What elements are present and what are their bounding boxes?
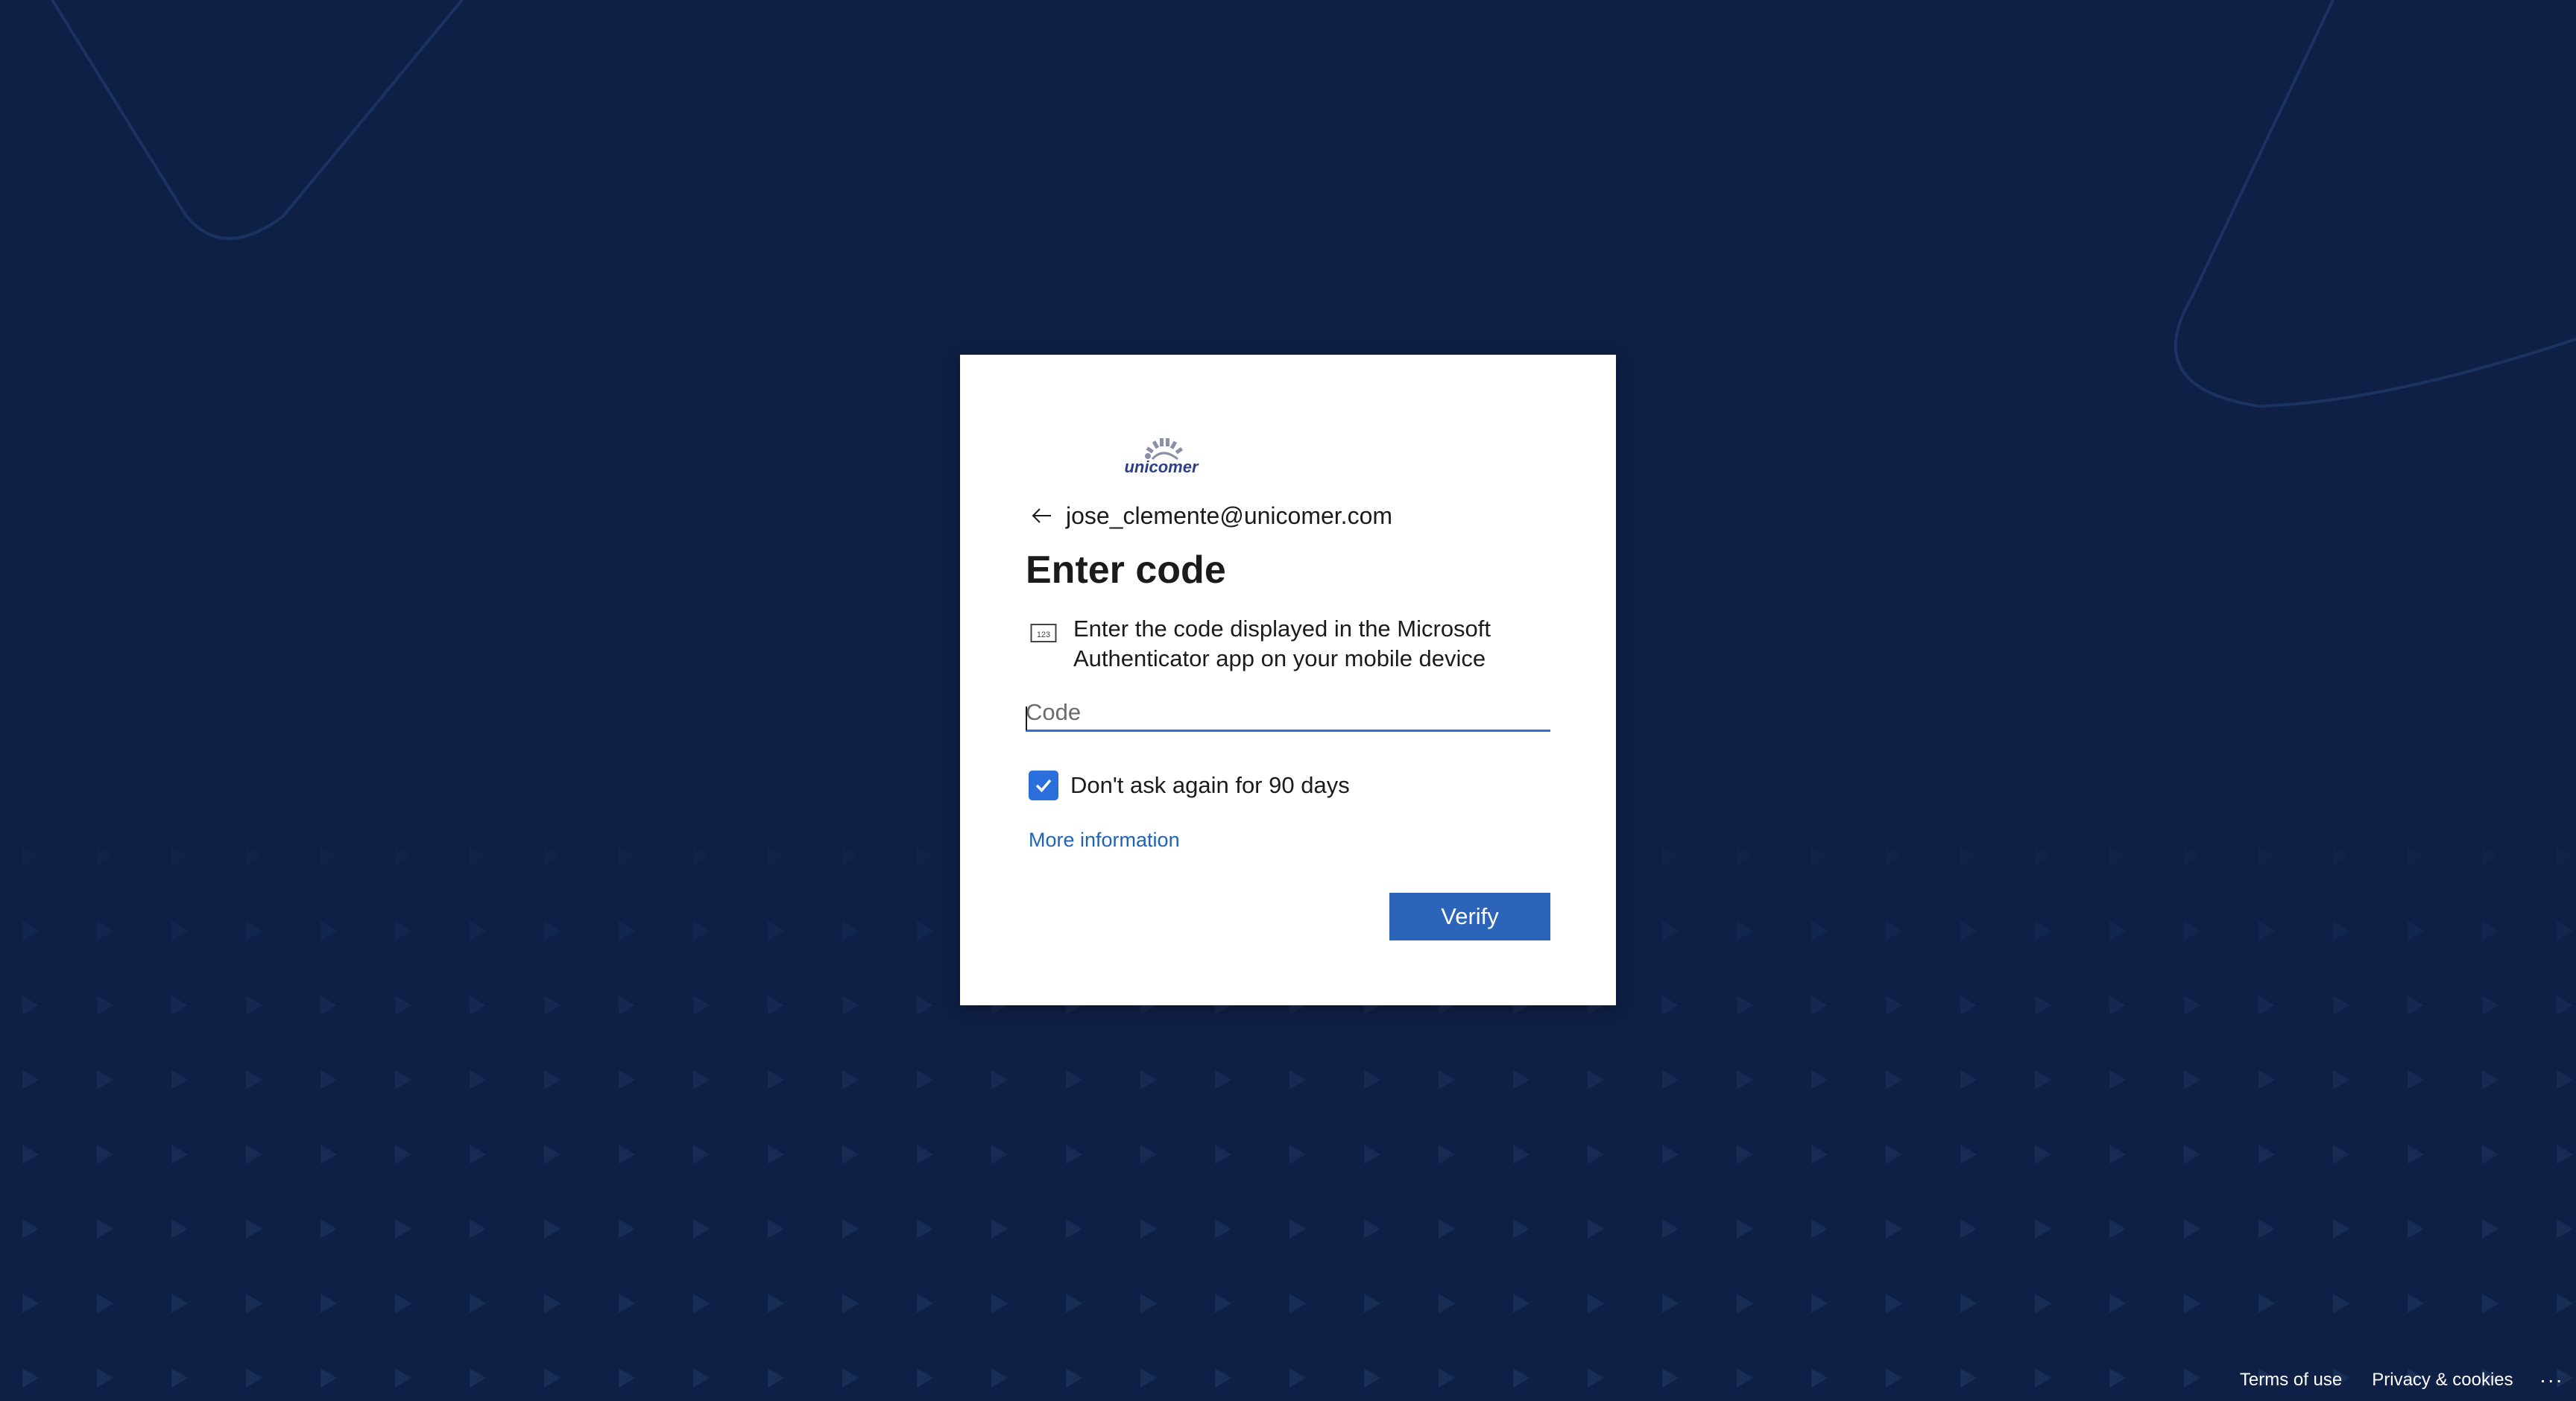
instruction-text: Enter the code displayed in the Microsof… [1073, 616, 1491, 671]
more-options-button[interactable]: ... [2540, 1364, 2564, 1388]
footer: Terms of use Privacy & cookies ... [2210, 1359, 2576, 1401]
text-caret [1026, 706, 1027, 730]
numeric-keypad-icon: 123 [1030, 623, 1057, 644]
remember-device-checkbox[interactable] [1029, 771, 1058, 800]
signin-card: unicomer jose_clemente@unicomer.com Ente… [960, 355, 1616, 1005]
checkmark-icon [1035, 779, 1052, 793]
page-title: Enter code [1026, 548, 1226, 592]
verify-button[interactable]: Verify [1389, 893, 1550, 940]
remember-device-label[interactable]: Don't ask again for 90 days [1070, 772, 1350, 799]
svg-text:unicomer: unicomer [1124, 458, 1199, 476]
identity-email: jose_clemente@unicomer.com [1066, 502, 1393, 529]
arrow-left-icon[interactable] [1030, 504, 1054, 528]
back-to-identity-button[interactable]: jose_clemente@unicomer.com [1030, 499, 1392, 532]
remember-device-checkbox-row[interactable]: Don't ask again for 90 days [1029, 771, 1350, 800]
svg-text:123: 123 [1037, 630, 1050, 639]
instruction-row: 123 Enter the code displayed in the Micr… [1030, 614, 1567, 674]
code-input[interactable] [1026, 695, 1550, 732]
company-logo: unicomer [1109, 428, 1213, 480]
privacy-cookies-link[interactable]: Privacy & cookies [2372, 1370, 2513, 1391]
terms-of-use-link[interactable]: Terms of use [2240, 1370, 2342, 1391]
more-information-link[interactable]: More information [1029, 829, 1180, 852]
